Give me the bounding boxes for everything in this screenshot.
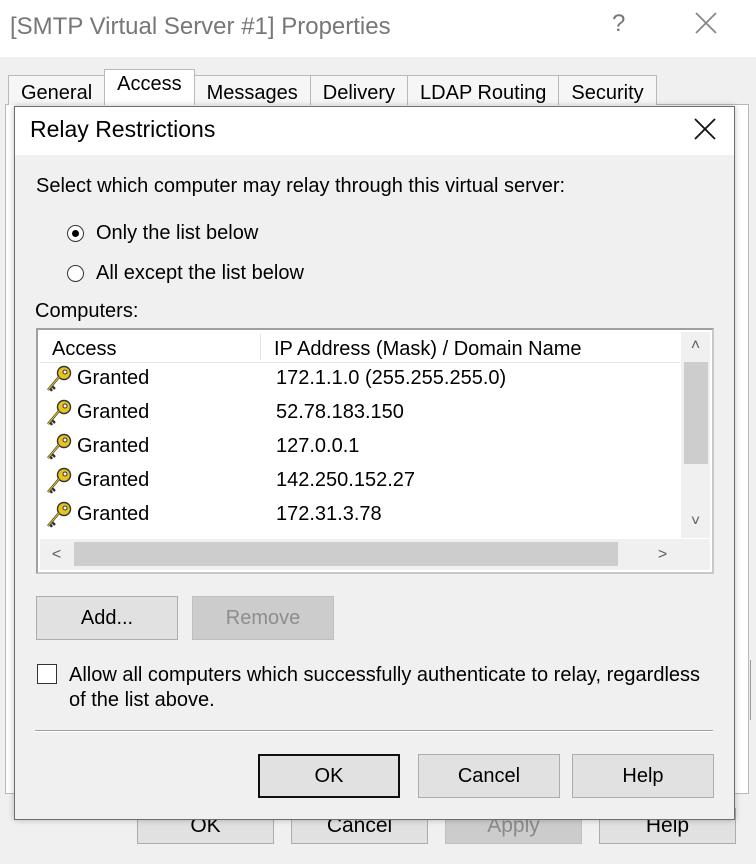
- list-item[interactable]: Granted 172.1.1.0 (255.255.255.0): [40, 361, 680, 395]
- parent-window-title: [SMTP Virtual Server #1] Properties: [10, 13, 391, 40]
- parent-help-icon[interactable]: ?: [612, 10, 625, 38]
- radio-all-except-label: All except the list below: [96, 261, 304, 284]
- key-icon: [47, 433, 72, 460]
- remove-button: Remove: [192, 596, 334, 640]
- ok-button[interactable]: OK: [258, 754, 400, 798]
- ip-cell: 142.250.152.27: [276, 469, 416, 491]
- horizontal-scrollbar[interactable]: ˂ ˃: [40, 539, 681, 570]
- scroll-down-icon[interactable]: ˅: [681, 508, 710, 536]
- help-button[interactable]: Help: [572, 754, 714, 798]
- access-cell: Granted: [77, 503, 150, 525]
- cancel-button[interactable]: Cancel: [418, 754, 560, 798]
- parent-edge-divider: [750, 660, 756, 720]
- list-header: Access IP Address (Mask) / Domain Name: [40, 332, 680, 363]
- computers-label: Computers:: [35, 300, 139, 322]
- column-divider[interactable]: [260, 334, 261, 360]
- list-item[interactable]: Granted 52.78.183.150: [40, 395, 680, 429]
- radio-only-list-label: Only the list below: [96, 221, 259, 244]
- key-icon: [47, 467, 72, 494]
- horizontal-scroll-thumb[interactable]: [74, 542, 618, 566]
- close-icon[interactable]: [692, 116, 718, 142]
- tab-general[interactable]: General: [8, 75, 106, 105]
- tab-messages[interactable]: Messages: [193, 75, 311, 105]
- column-header-ip[interactable]: IP Address (Mask) / Domain Name: [274, 332, 582, 362]
- list-item[interactable]: Granted 127.0.0.1: [40, 429, 680, 463]
- ip-cell: 172.1.1.0 (255.255.255.0): [276, 367, 507, 389]
- access-cell: Granted: [77, 367, 150, 389]
- access-cell: Granted: [77, 435, 150, 457]
- ip-cell: 127.0.0.1: [276, 435, 360, 457]
- scroll-up-icon[interactable]: ˄: [681, 332, 710, 360]
- tab-delivery[interactable]: Delivery: [309, 75, 409, 105]
- dialog-titlebar: Relay Restrictions: [15, 107, 734, 155]
- tab-security[interactable]: Security: [558, 75, 657, 105]
- radio-button-checked[interactable]: [67, 224, 84, 242]
- access-cell: Granted: [77, 401, 150, 423]
- list-item[interactable]: Granted 142.250.152.27: [40, 463, 680, 497]
- dialog-title: Relay Restrictions: [30, 116, 216, 142]
- list-item[interactable]: Granted 172.31.3.78: [40, 497, 680, 531]
- allow-authenticated-checkbox[interactable]: [37, 664, 57, 684]
- ip-cell: 172.31.3.78: [276, 503, 382, 525]
- radio-all-except-list[interactable]: All except the list below: [67, 261, 304, 285]
- parent-close-icon[interactable]: [693, 10, 719, 36]
- radio-only-list-below[interactable]: Only the list below: [67, 221, 258, 245]
- tab-ldap-routing[interactable]: LDAP Routing: [407, 75, 560, 105]
- access-cell: Granted: [77, 469, 150, 491]
- add-button[interactable]: Add...: [36, 596, 178, 640]
- scroll-right-icon[interactable]: ˃: [648, 541, 677, 569]
- dialog-divider: [35, 730, 713, 732]
- relay-restrictions-dialog: Relay Restrictions Select which computer…: [14, 106, 735, 820]
- scroll-left-icon[interactable]: ˂: [42, 541, 71, 569]
- radio-button-unchecked[interactable]: [67, 264, 84, 282]
- column-header-access[interactable]: Access: [52, 332, 116, 362]
- ip-cell: 52.78.183.150: [276, 401, 404, 423]
- tab-access[interactable]: Access: [104, 69, 195, 105]
- allow-authenticated-label[interactable]: Allow all computers which successfully a…: [69, 663, 719, 713]
- key-icon: [47, 365, 72, 392]
- parent-titlebar: [SMTP Virtual Server #1] Properties ?: [0, 0, 756, 57]
- computers-list[interactable]: Access IP Address (Mask) / Domain Name G…: [36, 328, 714, 574]
- vertical-scroll-thumb[interactable]: [684, 362, 708, 464]
- vertical-scrollbar[interactable]: ˄ ˅: [681, 332, 710, 538]
- relay-prompt-text: Select which computer may relay through …: [36, 175, 566, 197]
- parent-tab-strip: General Access Messages Delivery LDAP Ro…: [8, 69, 657, 105]
- key-icon: [47, 501, 72, 528]
- scrollbar-corner: [681, 539, 710, 570]
- key-icon: [47, 399, 72, 426]
